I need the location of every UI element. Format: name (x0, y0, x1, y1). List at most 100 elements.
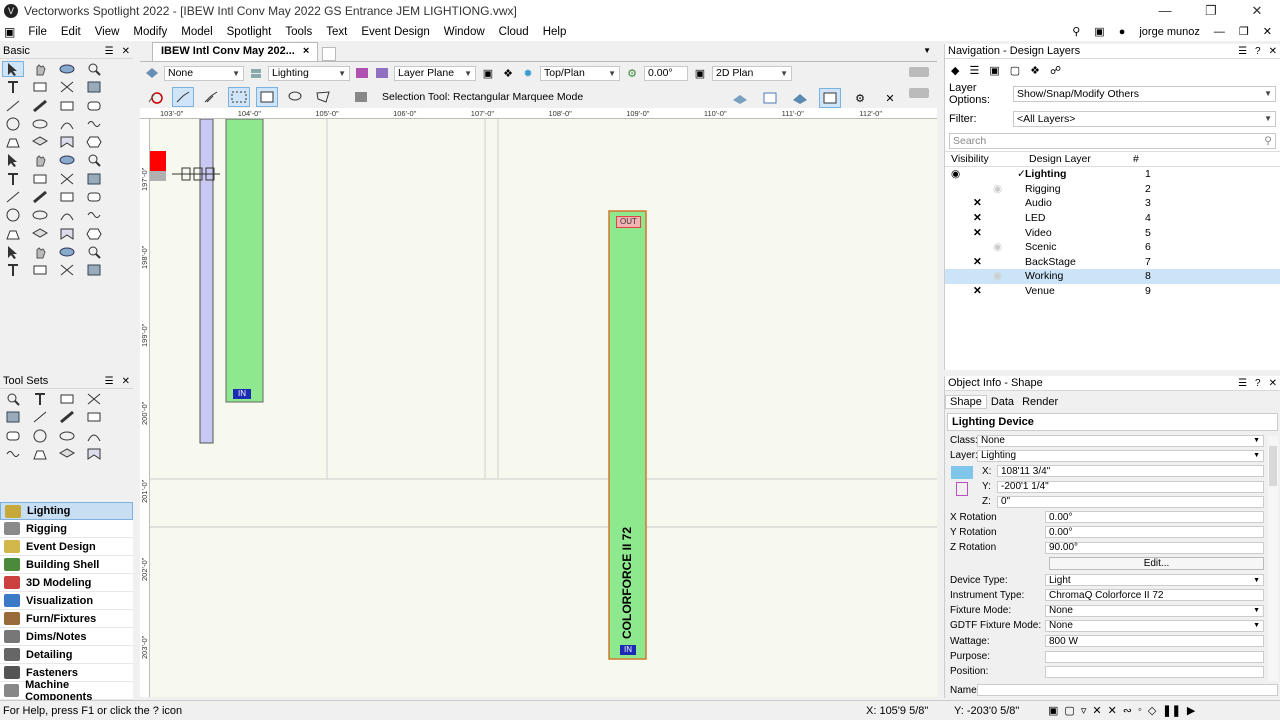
basic-tool-20-icon[interactable] (83, 134, 105, 150)
viewbar-overflow-icon[interactable] (909, 67, 929, 77)
menu-modify[interactable]: Modify (126, 26, 174, 38)
modebar-overflow-icon[interactable] (909, 88, 929, 98)
basic-tool-45-icon[interactable] (2, 262, 24, 278)
oi-field-value[interactable] (1045, 665, 1264, 678)
basic-tool-36-icon[interactable] (83, 207, 105, 223)
mdi-close-icon[interactable]: ✕ (1263, 25, 1272, 38)
drawing-canvas[interactable] (150, 119, 937, 697)
col-design-layer[interactable]: Design Layer (1025, 153, 1133, 165)
doc-icon[interactable]: ▣ (4, 25, 15, 39)
rotate-plan-icon[interactable]: ⚙ (624, 65, 640, 81)
search-field[interactable]: Search ⚲ (949, 133, 1276, 149)
grayed-eye-icon[interactable]: ◉ (993, 183, 1002, 195)
basic-tool-17-icon[interactable] (2, 134, 24, 150)
nav-close-icon[interactable]: ✕ (1269, 46, 1277, 57)
basic-tool-39-icon[interactable] (56, 226, 78, 242)
basic-tool-2-icon[interactable] (29, 61, 51, 77)
user-icon[interactable]: ● (1119, 26, 1126, 38)
oi-menu-icon[interactable]: ☰ (1238, 378, 1247, 389)
layer-3d-icon[interactable] (729, 88, 751, 108)
basic-tool-37-icon[interactable] (2, 226, 24, 242)
multiple-object-icon[interactable] (200, 87, 222, 107)
single-object-icon[interactable] (172, 87, 194, 107)
layer-row-working[interactable]: ◉ Working 8 (945, 269, 1280, 284)
oi-field-value[interactable]: None ▼ (1045, 619, 1264, 632)
oi-field-value[interactable]: 0.00° (1045, 526, 1264, 539)
menu-tools[interactable]: Tools (278, 26, 319, 38)
drawing-area[interactable]: IN OUT COLORFORCE II 72 IN (150, 119, 937, 697)
snap-distance-icon[interactable]: ✕ (1108, 704, 1117, 717)
layer-row-video[interactable]: ✕ Video 5 (945, 225, 1280, 240)
basic-tool-35-icon[interactable] (56, 207, 78, 223)
lighting-tool-2-icon[interactable] (29, 391, 51, 407)
view-2d-icon[interactable] (759, 88, 781, 108)
close-icon[interactable]: ✕ (1234, 0, 1280, 22)
oi-field-value[interactable]: 90.00° (1045, 541, 1264, 554)
menu-spotlight[interactable]: Spotlight (220, 26, 279, 38)
basic-tool-12-icon[interactable] (83, 98, 105, 114)
lighting-tool-14-icon[interactable] (29, 446, 51, 462)
lighting-tool-8-icon[interactable] (83, 409, 105, 425)
invisible-x-icon[interactable]: ✕ (973, 212, 982, 224)
lighting-tool-13-icon[interactable] (2, 446, 24, 462)
nav-help-icon[interactable]: ? (1255, 46, 1261, 57)
layer-row-lighting[interactable]: ◉ ✓ Lighting 1 (945, 167, 1280, 182)
grayed-eye-icon[interactable]: ◉ (993, 241, 1002, 253)
menu-edit[interactable]: Edit (54, 26, 88, 38)
nav-references-icon[interactable]: ☍ (1050, 64, 1061, 77)
render-icon[interactable]: ▣ (692, 65, 708, 81)
lighting-tool-9-icon[interactable] (2, 428, 24, 444)
snap-edge-icon[interactable]: ◦ (1138, 704, 1142, 717)
layer-row-backstage[interactable]: ✕ BackStage 7 (945, 255, 1280, 270)
visible-eye-icon[interactable]: ◉ (951, 168, 960, 180)
invisible-x-icon[interactable]: ✕ (973, 197, 982, 209)
view-select[interactable]: Top/Plan ▼ (540, 65, 620, 81)
oi-help-icon[interactable]: ? (1255, 378, 1261, 389)
nav-menu-icon[interactable]: ☰ (1238, 46, 1247, 57)
menu-view[interactable]: View (88, 26, 127, 38)
class-icon[interactable] (144, 65, 160, 81)
basic-tool-6-icon[interactable] (29, 79, 51, 95)
basic-tool-13-icon[interactable] (2, 116, 24, 132)
basic-tool-25-icon[interactable] (2, 171, 24, 187)
basic-tool-46-icon[interactable] (29, 262, 51, 278)
palette-rigging[interactable]: Rigging (0, 520, 133, 538)
palette-building-shell[interactable]: Building Shell (0, 556, 133, 574)
basic-tool-24-icon[interactable] (83, 152, 105, 168)
basic-tool-23-icon[interactable] (56, 152, 78, 168)
oi-tab-shape[interactable]: Shape (945, 395, 987, 409)
invisible-x-icon[interactable]: ✕ (973, 256, 982, 268)
oi-scrollbar[interactable] (1268, 436, 1278, 681)
basic-tool-3-icon[interactable] (56, 61, 78, 77)
lighting-tool-3-icon[interactable] (56, 391, 78, 407)
basic-tool-27-icon[interactable] (56, 171, 78, 187)
search-icon[interactable]: ⚲ (1072, 25, 1080, 38)
snap-surface-icon[interactable]: ◇ (1148, 704, 1156, 717)
oi-z-field[interactable]: 0" (997, 495, 1264, 508)
basic-tool-16-icon[interactable] (83, 116, 105, 132)
palette-3d-modeling[interactable]: 3D Modeling (0, 574, 133, 592)
lighting-tool-7-icon[interactable] (56, 409, 78, 425)
basic-tool-21-icon[interactable] (2, 152, 24, 168)
panel-close-icon[interactable]: ✕ (122, 46, 130, 57)
layer-row-scenic[interactable]: ◉ Scenic 6 (945, 240, 1280, 255)
preferences-icon[interactable] (350, 87, 372, 107)
basic-tool-4-icon[interactable] (83, 61, 105, 77)
lighting-tool-12-icon[interactable] (83, 428, 105, 444)
basic-tool-42-icon[interactable] (29, 244, 51, 260)
menu-window[interactable]: Window (437, 26, 492, 38)
col-number[interactable]: # (1133, 153, 1157, 165)
snap-tangent-icon[interactable]: ∾ (1123, 704, 1132, 717)
angle-field[interactable]: 0.00° (644, 65, 688, 81)
basic-tool-34-icon[interactable] (29, 207, 51, 223)
document-tab[interactable]: IBEW Intl Conv May 202... × (152, 42, 319, 61)
pause-icon[interactable]: ❚❚ (1162, 704, 1180, 717)
lasso-icon[interactable] (284, 87, 306, 107)
basic-tool-47-icon[interactable] (56, 262, 78, 278)
menu-file[interactable]: File (21, 26, 54, 38)
palette-furn-fixtures[interactable]: Furn/Fixtures (0, 610, 133, 628)
basic-tool-29-icon[interactable] (2, 189, 24, 205)
lock-icon[interactable]: ▣ (1094, 25, 1104, 38)
zoom-fit-icon[interactable]: ▣ (480, 65, 496, 81)
basic-tool-19-icon[interactable] (56, 134, 78, 150)
